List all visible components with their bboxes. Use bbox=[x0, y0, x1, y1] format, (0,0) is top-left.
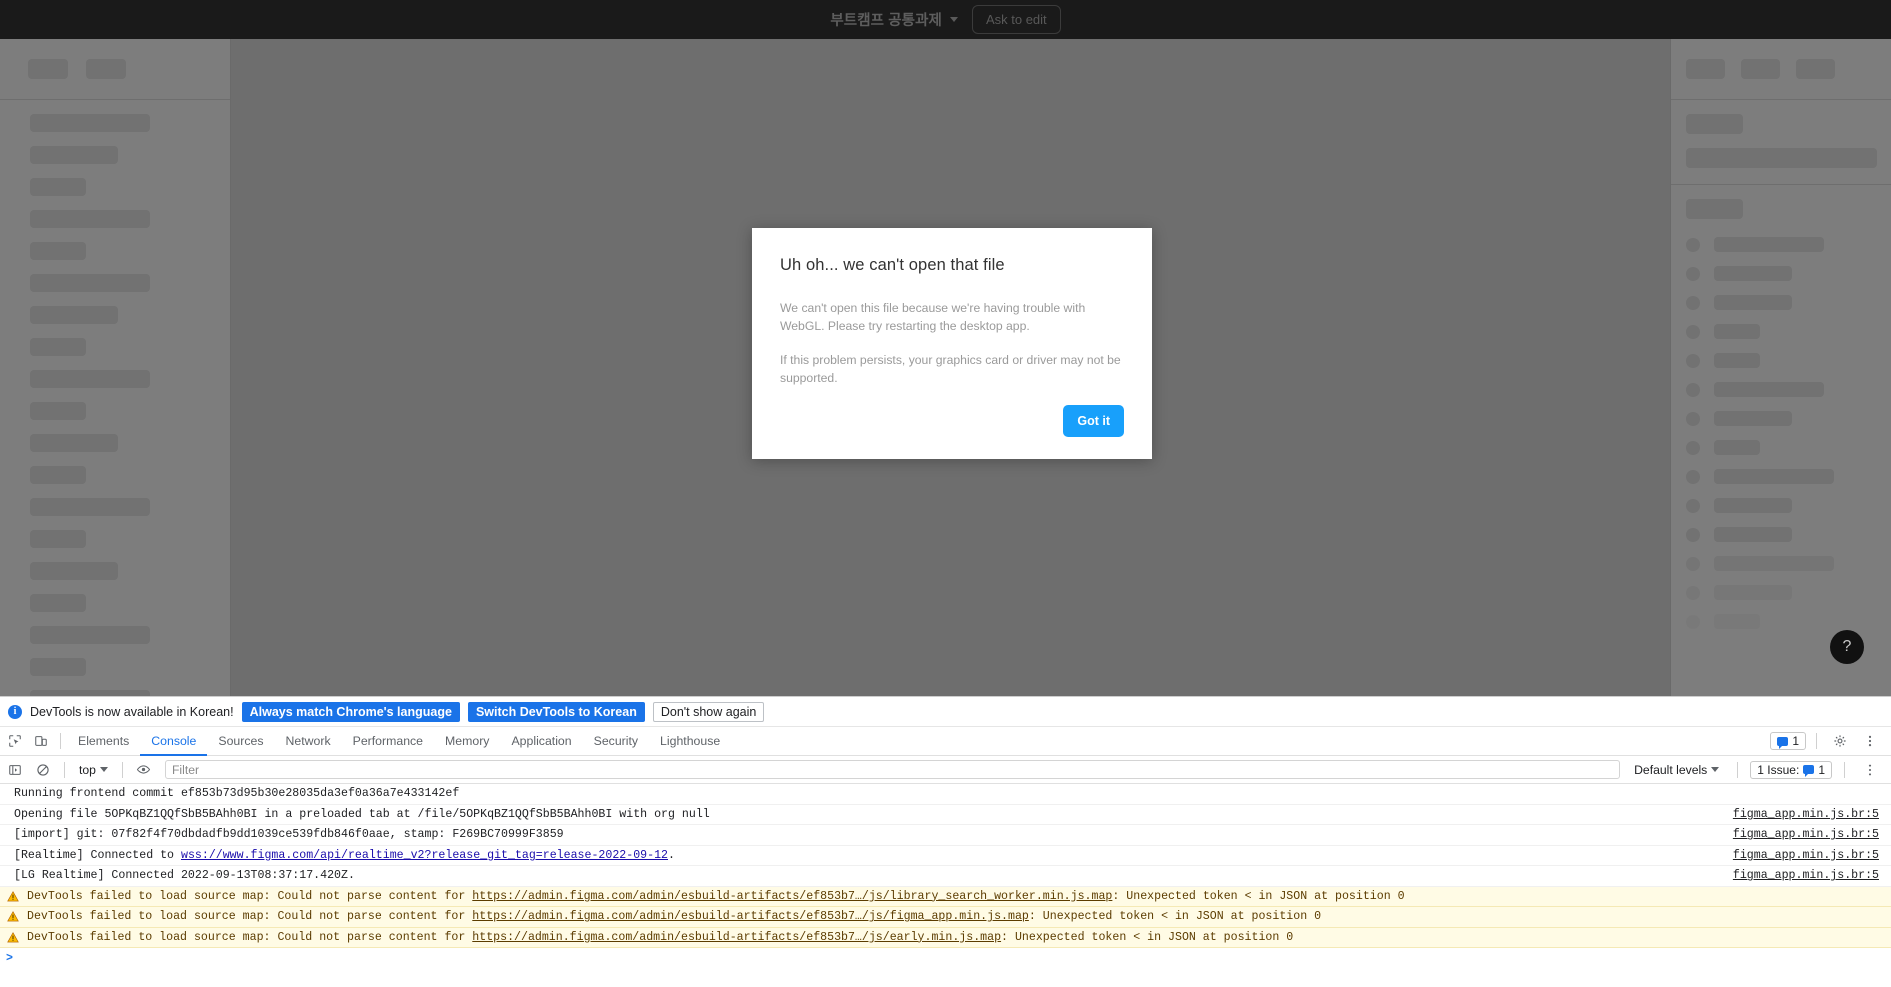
console-row-warning[interactable]: DevTools failed to load source map: Coul… bbox=[0, 927, 1891, 948]
prompt-chevron-icon: > bbox=[6, 952, 13, 965]
console-message-text: [LG Realtime] Connected 2022-09-13T08:37… bbox=[14, 869, 355, 883]
console-message-prefix: DevTools failed to load source map: Coul… bbox=[27, 930, 473, 944]
dialog-paragraph-2: If this problem persists, your graphics … bbox=[780, 353, 1121, 386]
devtools-language-infobar: i DevTools is now available in Korean! A… bbox=[0, 697, 1891, 727]
console-row-warning[interactable]: DevTools failed to load source map: Coul… bbox=[0, 907, 1891, 928]
console-row[interactable]: Running frontend commit ef853b73d95b30e2… bbox=[0, 784, 1891, 805]
console-message-text: Running frontend commit ef853b73d95b30e2… bbox=[14, 787, 460, 801]
console-message-suffix: . bbox=[668, 848, 675, 862]
warning-icon bbox=[6, 911, 19, 923]
console-source-link[interactable]: figma_app.min.js.br:5 bbox=[1733, 828, 1891, 841]
filterbar-right-actions: Default levels 1 Issue: 1 bbox=[1628, 757, 1891, 783]
console-message-text: Opening file 5OPKqBZ1QQfSbB5BAhh0BI in a… bbox=[14, 807, 710, 821]
tab-elements[interactable]: Elements bbox=[67, 727, 140, 756]
log-levels-value: Default levels bbox=[1634, 762, 1708, 777]
modal-scrim: Uh oh... we can't open that file We can'… bbox=[0, 0, 1891, 696]
console-sidebar-icon[interactable] bbox=[2, 757, 28, 783]
console-row[interactable]: [LG Realtime] Connected 2022-09-13T08:37… bbox=[0, 866, 1891, 887]
console-source-link[interactable]: figma_app.min.js.br:5 bbox=[1733, 849, 1891, 862]
console-message-prefix: [Realtime] Connected to bbox=[14, 848, 181, 862]
console-message-suffix: : Unexpected token < in JSON at position… bbox=[1001, 930, 1294, 944]
console-message-suffix: : Unexpected token < in JSON at position… bbox=[1028, 910, 1322, 924]
kebab-menu-icon[interactable] bbox=[1857, 728, 1883, 754]
console-prompt[interactable]: > bbox=[0, 948, 1891, 969]
gear-icon[interactable] bbox=[1827, 728, 1853, 754]
devtools-settings-icon[interactable] bbox=[1857, 757, 1883, 783]
tabstrip-right-actions: 1 bbox=[1770, 728, 1891, 754]
console-message-link[interactable]: wss://www.figma.com/api/realtime_v2?rele… bbox=[181, 849, 668, 862]
dialog-paragraph-1: We can't open this file because we're ha… bbox=[780, 301, 1086, 333]
console-row[interactable]: [import] git: 07f82f4f70dbdadfb9dd1039ce… bbox=[0, 825, 1891, 846]
console-row[interactable]: [Realtime] Connected to wss://www.figma.… bbox=[0, 846, 1891, 866]
issues-count: 1 bbox=[1818, 762, 1825, 777]
tab-lighthouse[interactable]: Lighthouse bbox=[649, 727, 731, 756]
console-filter-input[interactable] bbox=[164, 760, 1621, 779]
devtools-panel: i DevTools is now available in Korean! A… bbox=[0, 696, 1891, 987]
tab-security[interactable]: Security bbox=[583, 727, 649, 756]
issues-label: 1 Issue: bbox=[1757, 762, 1800, 777]
console-message-text: [import] git: 07f82f4f70dbdadfb9dd1039ce… bbox=[14, 828, 564, 842]
clear-console-icon[interactable] bbox=[30, 757, 56, 783]
message-count-badge[interactable]: 1 bbox=[1770, 732, 1806, 750]
issues-badge[interactable]: 1 Issue: 1 bbox=[1750, 760, 1832, 779]
console-message-list: Running frontend commit ef853b73d95b30e2… bbox=[0, 784, 1891, 969]
divider bbox=[60, 733, 61, 749]
dialog-title: Uh oh... we can't open that file bbox=[780, 256, 1005, 274]
console-message-text: DevTools failed to load source map: Coul… bbox=[19, 931, 1879, 944]
log-levels-selector[interactable]: Default levels bbox=[1628, 763, 1725, 777]
figma-app: 부트캠프 공통과제 Ask to edit ? Uh oh... we can'… bbox=[0, 0, 1891, 696]
console-message-link[interactable]: https://admin.figma.com/admin/esbuild-ar… bbox=[472, 931, 1001, 944]
inspect-element-icon[interactable] bbox=[2, 728, 28, 754]
device-toolbar-icon[interactable] bbox=[28, 728, 54, 754]
console-message-text: [Realtime] Connected to wss://www.figma.… bbox=[6, 849, 1733, 862]
divider bbox=[1737, 761, 1739, 778]
divider bbox=[1844, 761, 1845, 778]
console-message-prefix: DevTools failed to load source map: Coul… bbox=[27, 910, 473, 924]
live-expression-eye-icon[interactable] bbox=[131, 757, 157, 783]
console-message-link[interactable]: https://admin.figma.com/admin/esbuild-ar… bbox=[472, 890, 1112, 903]
tab-memory[interactable]: Memory bbox=[434, 727, 500, 756]
divider bbox=[121, 761, 123, 778]
tab-application[interactable]: Application bbox=[500, 727, 582, 756]
warning-icon bbox=[6, 931, 19, 943]
speech-bubble-icon bbox=[1803, 765, 1815, 777]
screen-root: 부트캠프 공통과제 Ask to edit ? Uh oh... we can'… bbox=[0, 0, 1891, 987]
warning-icon bbox=[6, 890, 19, 902]
console-message-text: DevTools failed to load source map: Coul… bbox=[19, 890, 1879, 903]
devtools-tabstrip: Elements Console Sources Network Perform… bbox=[0, 727, 1891, 756]
message-count-value: 1 bbox=[1792, 734, 1799, 748]
console-message-prefix: DevTools failed to load source map: Coul… bbox=[27, 889, 473, 903]
divider bbox=[1816, 733, 1817, 749]
console-message-suffix: : Unexpected token < in JSON at position… bbox=[1112, 889, 1405, 903]
webgl-error-dialog: Uh oh... we can't open that file We can'… bbox=[752, 228, 1152, 459]
got-it-button[interactable]: Got it bbox=[1063, 405, 1124, 437]
console-row[interactable]: Opening file 5OPKqBZ1QQfSbB5BAhh0BI in a… bbox=[0, 805, 1891, 825]
console-message-link[interactable]: https://admin.figma.com/admin/esbuild-ar… bbox=[472, 910, 1029, 923]
console-message-text: DevTools failed to load source map: Coul… bbox=[19, 910, 1879, 923]
tab-console[interactable]: Console bbox=[140, 727, 207, 756]
infobar-message: DevTools is now available in Korean! bbox=[30, 704, 234, 719]
divider bbox=[64, 761, 65, 778]
console-row-warning[interactable]: DevTools failed to load source map: Coul… bbox=[0, 886, 1891, 907]
chevron-down-icon bbox=[99, 767, 108, 772]
execution-context-value: top bbox=[79, 762, 96, 777]
console-source-link[interactable]: figma_app.min.js.br:5 bbox=[1733, 869, 1891, 882]
console-source-link[interactable]: figma_app.min.js.br:5 bbox=[1733, 808, 1891, 821]
tab-performance[interactable]: Performance bbox=[342, 727, 434, 756]
switch-to-korean-button[interactable]: Switch DevTools to Korean bbox=[467, 701, 645, 722]
speech-bubble-icon bbox=[1777, 736, 1789, 749]
dialog-actions: Got it bbox=[1063, 405, 1124, 437]
tab-sources[interactable]: Sources bbox=[207, 727, 274, 756]
chevron-down-icon bbox=[1711, 767, 1720, 772]
info-icon: i bbox=[8, 704, 22, 719]
dont-show-again-button[interactable]: Don't show again bbox=[652, 701, 765, 722]
always-match-language-button[interactable]: Always match Chrome's language bbox=[241, 701, 460, 722]
tab-network[interactable]: Network bbox=[275, 727, 342, 756]
console-filterbar: top Default levels 1 Issue: bbox=[0, 756, 1891, 784]
execution-context-selector[interactable]: top bbox=[73, 763, 114, 777]
